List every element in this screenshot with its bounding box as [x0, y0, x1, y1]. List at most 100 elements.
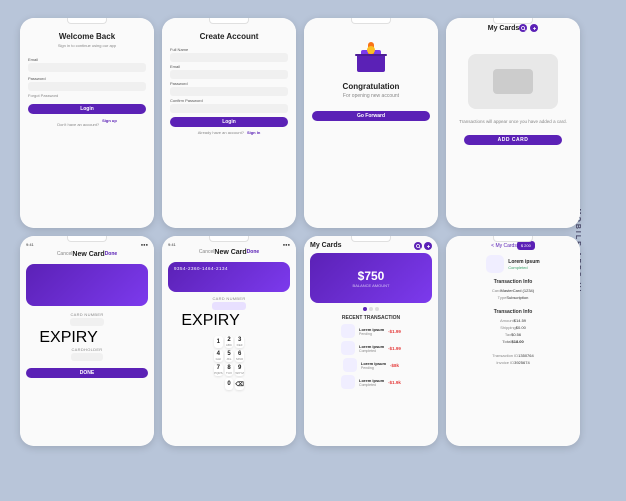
card-number-input-5[interactable] — [70, 318, 103, 326]
add-card-btn[interactable]: ADD CARD — [464, 135, 562, 145]
notch-1 — [67, 18, 107, 24]
txn-info-2: Lorem ipsum Completed — [359, 344, 384, 353]
mycards-balance-title: My Cards — [310, 242, 342, 250]
status-icons-5: ●●● — [141, 242, 148, 247]
expiry-group-6: EXPIRY — [181, 312, 239, 330]
shipping-row: Shipping $0.00 — [500, 325, 526, 330]
notch-7 — [351, 236, 391, 242]
password-label-2: Password — [170, 81, 188, 86]
balance-label: BALANCE AMOUNT — [353, 283, 390, 288]
txn-row-4[interactable]: Lorem ipsum Completed -$1.9k — [341, 375, 401, 389]
done-button-5[interactable]: DONE — [26, 368, 148, 378]
add-icon-7[interactable] — [424, 242, 432, 250]
phone-create: Create Account Full Name Email Password … — [162, 18, 296, 228]
search-icon-7[interactable] — [414, 242, 422, 250]
email-label-2: Email — [170, 64, 180, 69]
email-input-2[interactable] — [170, 70, 288, 79]
expiry-cvv-row-5: EXPIRY CVV — [39, 329, 134, 347]
txn-row-2[interactable]: Lorem ipsum Completed -$1.99 — [341, 341, 401, 355]
card-number-input-6[interactable] — [212, 302, 245, 310]
notch-8 — [493, 236, 533, 242]
type-val: Subscription — [506, 295, 528, 300]
key-7[interactable]: 7PQRS — [214, 364, 223, 376]
invoice-val: 3925674 — [514, 360, 530, 365]
shipping-key: Shipping — [500, 325, 516, 330]
time-display-6: 9:41 — [168, 242, 176, 247]
search-icon[interactable] — [519, 24, 527, 32]
merchant-row: Lorem ipsum Completed — [486, 255, 539, 273]
time-display-5: 9:41 — [26, 242, 34, 247]
screen-welcome: Welcome Back Sign in to continue using o… — [20, 18, 154, 228]
key-2[interactable]: 2ABC — [225, 336, 234, 348]
card-visual-5 — [26, 264, 148, 306]
card-number-display: 9354-2360-1464-2134 — [168, 262, 290, 275]
phone-txn-detail: < My Cards $ 200 Lorem ipsum Completed T… — [446, 236, 580, 446]
key-4[interactable]: 4GHI — [214, 350, 223, 362]
key-delete[interactable]: ⌫ — [235, 378, 244, 390]
forgot-link[interactable]: Forgot Password — [28, 93, 58, 98]
type-row: Type Subscription — [498, 295, 529, 300]
txn-row-1[interactable]: Lorem ipsum Pending -$1.99 — [341, 324, 401, 338]
key-0[interactable]: 0 — [225, 378, 234, 390]
signin-link[interactable]: Sign In — [247, 130, 260, 135]
cardholder-input-5[interactable] — [71, 353, 102, 361]
txn-amount-2: -$1.99 — [388, 346, 401, 351]
dot-1 — [363, 307, 367, 311]
card-number-label-6: CARD NUMBER — [212, 296, 245, 301]
card-placeholder — [468, 54, 558, 109]
txn-name-2: Lorem ipsum — [359, 344, 384, 349]
done-btn-6[interactable]: Done — [247, 249, 260, 256]
signup-link[interactable]: Sign up — [102, 118, 117, 127]
bottom-phone-row: 9:41 ●●● Cancel New Card Done CARD NUMBE… — [20, 236, 600, 446]
email-label-1: Email — [28, 57, 38, 62]
go-forward-btn[interactable]: Go Forward — [312, 111, 430, 121]
cancel-btn-5[interactable]: Cancel — [57, 251, 73, 258]
amount-row: Amount $14.59 — [500, 318, 526, 323]
back-button[interactable]: < My Cards — [491, 243, 517, 249]
card-visual-6: 9354-2360-1464-2134 — [168, 262, 290, 292]
txn-row-3[interactable]: Lorem ipsum Pending -$8k — [343, 358, 399, 372]
add-icon[interactable] — [530, 24, 538, 32]
amount-key: Amount — [500, 318, 514, 323]
balance-amount: $750 — [358, 269, 385, 283]
login-button-1[interactable]: Login — [28, 104, 146, 114]
tax-val: $0.56 — [511, 332, 521, 337]
recent-txn-label: RECENT TRANSACTION — [342, 315, 400, 321]
amount-val: $14.59 — [514, 318, 526, 323]
cancel-btn-6[interactable]: Cancel — [199, 249, 215, 256]
no-account-text: Don't have an account? — [57, 122, 99, 127]
mycards-icons — [519, 24, 538, 32]
key-empty — [214, 378, 223, 390]
card-key: Card — [492, 288, 501, 293]
key-6[interactable]: 6MNO — [235, 350, 244, 362]
fullname-input[interactable] — [170, 53, 288, 62]
total-key: Total — [502, 339, 511, 344]
txn-amount-4: -$1.9k — [388, 380, 401, 385]
screen-mycards-empty: My Cards Transactions will appear once y… — [446, 18, 580, 228]
login-button-2[interactable]: Login — [170, 117, 288, 127]
merchant-status: Completed — [508, 265, 539, 270]
done-btn-5[interactable]: Done — [105, 251, 118, 258]
newcard-title-5: New Card — [72, 251, 104, 258]
txn-info-title-2: Transaction Info — [494, 309, 533, 315]
key-5[interactable]: 5JKL — [225, 350, 234, 362]
key-3[interactable]: 3DEF — [235, 336, 244, 348]
confirm-input[interactable] — [170, 104, 288, 113]
expiry-label-6: EXPIRY — [181, 312, 239, 330]
key-1[interactable]: 1 — [214, 336, 223, 348]
welcome-title: Welcome Back — [59, 32, 115, 41]
card-number-label-5: CARD NUMBER — [70, 312, 103, 317]
expiry-group-5: EXPIRY — [39, 329, 97, 347]
confirm-label: Confirm Password — [170, 98, 203, 103]
password-input-2[interactable] — [170, 87, 288, 96]
balance-card: $750 BALANCE AMOUNT — [310, 253, 432, 303]
txn-name-3: Lorem ipsum — [361, 361, 386, 366]
password-input-1[interactable] — [28, 82, 146, 91]
key-8[interactable]: 8TUV — [225, 364, 234, 376]
key-9[interactable]: 9WXYZ — [235, 364, 244, 376]
card-row: Card MasterCard (1234) — [492, 288, 534, 293]
status-icons-6: ●●● — [283, 242, 290, 247]
merchant-name: Lorem ipsum — [508, 259, 539, 265]
txn-info-4: Lorem ipsum Completed — [359, 378, 384, 387]
email-input-1[interactable] — [28, 63, 146, 72]
